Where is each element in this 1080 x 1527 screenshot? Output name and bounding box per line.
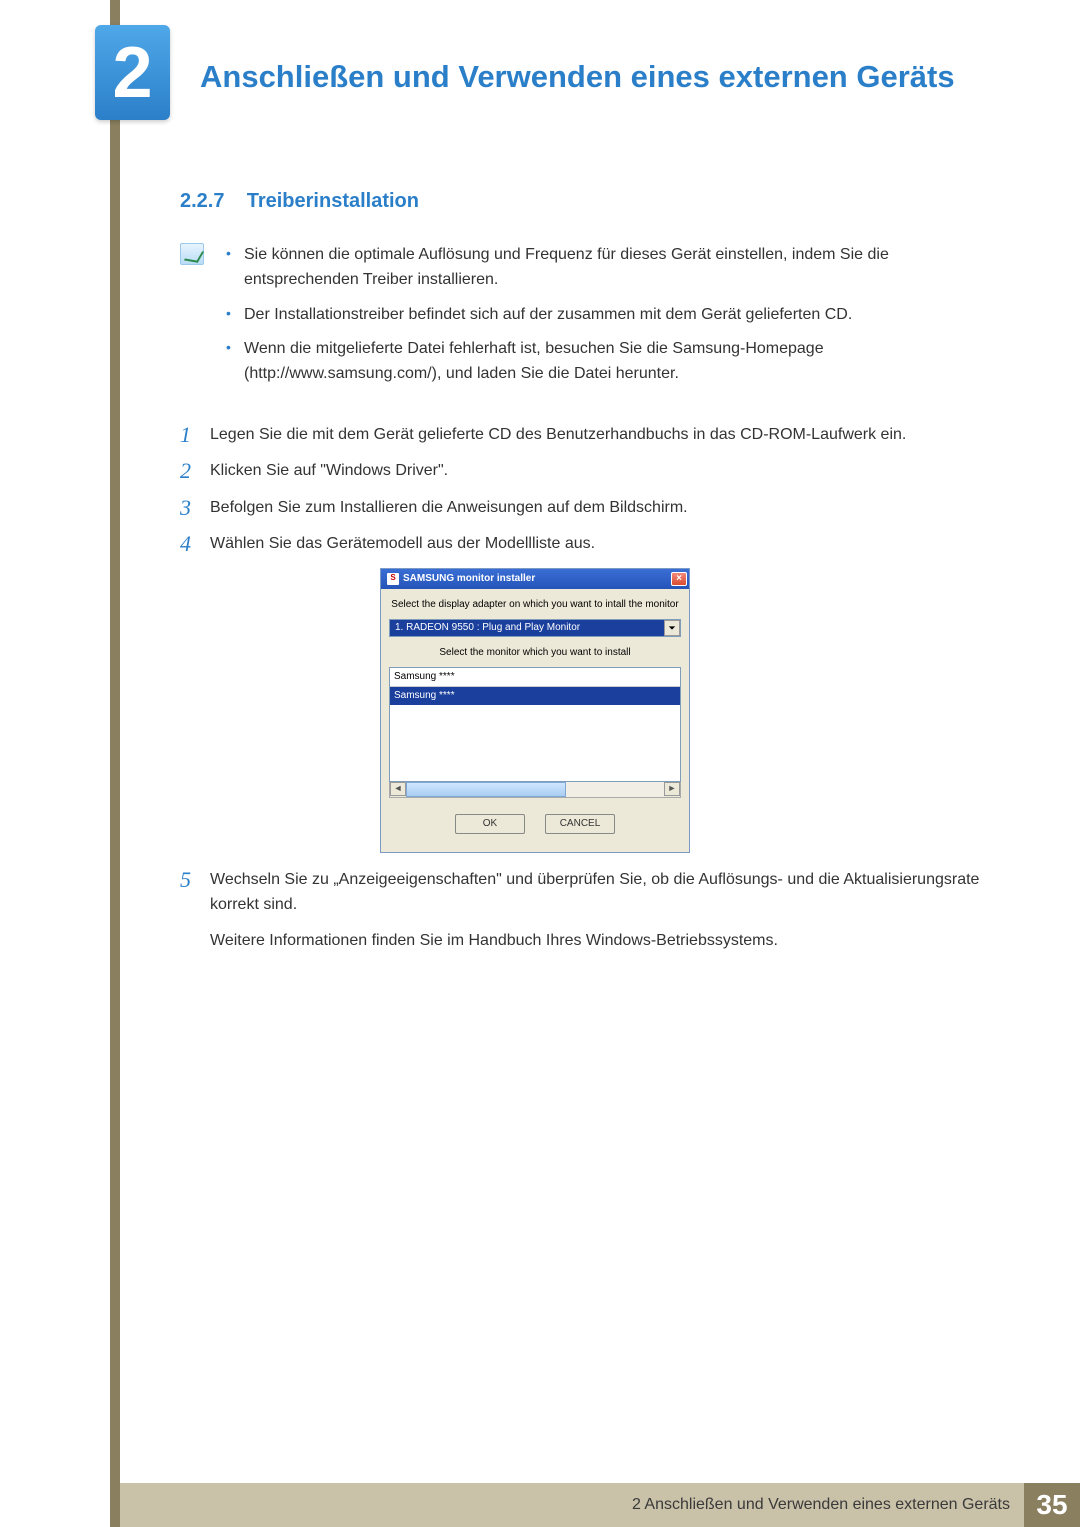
cancel-button[interactable]: CANCEL (545, 814, 615, 834)
chevron-down-icon[interactable] (664, 620, 680, 636)
note-list: Sie können die optimale Auflösung und Fr… (222, 243, 980, 397)
steps-list: 1 Legen Sie die mit dem Gerät gelieferte… (180, 422, 980, 963)
step-number: 2 (180, 458, 196, 484)
scroll-track[interactable] (406, 782, 664, 797)
close-button[interactable]: × (671, 572, 687, 586)
ok-button[interactable]: OK (455, 814, 525, 834)
scroll-right-icon[interactable]: ► (664, 782, 680, 796)
installer-dialog-screenshot: S SAMSUNG monitor installer × Select the… (380, 568, 980, 853)
page-number: 35 (1024, 1483, 1080, 1527)
footer-chapter-text: 2 Anschließen und Verwenden eines extern… (120, 1483, 1024, 1527)
footer-stripe-left (110, 1483, 120, 1527)
step-text: Befolgen Sie zum Installieren die Anweis… (210, 495, 980, 521)
dialog-titlebar: S SAMSUNG monitor installer × (381, 569, 689, 589)
section-title: Treiberinstallation (247, 190, 419, 212)
step-text: Wechseln Sie zu „Anzeigeeigenschaften" u… (210, 867, 980, 964)
monitor-label: Select the monitor which you want to ins… (389, 645, 681, 661)
step: 5 Wechseln Sie zu „Anzeigeeigenschaften"… (180, 867, 980, 964)
page-content: 2.2.7 Treiberinstallation Sie können die… (180, 190, 980, 973)
section-number: 2.2.7 (180, 190, 224, 212)
page-footer: 2 Anschließen und Verwenden eines extern… (110, 1483, 1080, 1527)
list-item[interactable]: Samsung **** (390, 668, 680, 687)
installer-dialog: S SAMSUNG monitor installer × Select the… (380, 568, 690, 853)
adapter-dropdown-value: 1. RADEON 9550 : Plug and Play Monitor (390, 620, 664, 636)
dialog-buttons: OK CANCEL (389, 808, 681, 844)
step: 4 Wählen Sie das Gerätemodell aus der Mo… (180, 531, 980, 557)
note-item: Sie können die optimale Auflösung und Fr… (222, 243, 980, 293)
step-text: Legen Sie die mit dem Gerät gelieferte C… (210, 422, 980, 448)
chapter-header: Anschließen und Verwenden eines externen… (120, 30, 1080, 125)
section-heading: 2.2.7 Treiberinstallation (180, 190, 980, 213)
adapter-dropdown[interactable]: 1. RADEON 9550 : Plug and Play Monitor (389, 619, 681, 637)
step-number: 5 (180, 867, 196, 893)
step-text-line: Wechseln Sie zu „Anzeigeeigenschaften" u… (210, 867, 980, 918)
monitor-listbox[interactable]: Samsung **** Samsung **** (389, 667, 681, 782)
step-number: 3 (180, 495, 196, 521)
note-icon (180, 243, 204, 265)
scroll-left-icon[interactable]: ◄ (390, 782, 406, 796)
step-number: 1 (180, 422, 196, 448)
step-text-line: Weitere Informationen finden Sie im Hand… (210, 928, 980, 954)
note-block: Sie können die optimale Auflösung und Fr… (180, 243, 980, 397)
step-number: 4 (180, 531, 196, 557)
note-item: Der Installationstreiber befindet sich a… (222, 303, 980, 328)
step: 1 Legen Sie die mit dem Gerät gelieferte… (180, 422, 980, 448)
list-item-selected[interactable]: Samsung **** (390, 687, 680, 705)
dialog-body: Select the display adapter on which you … (381, 589, 689, 852)
step-text: Klicken Sie auf "Windows Driver". (210, 458, 980, 484)
chapter-title: Anschließen und Verwenden eines externen… (200, 58, 955, 97)
step-text: Wählen Sie das Gerätemodell aus der Mode… (210, 531, 980, 557)
scroll-thumb[interactable] (406, 782, 566, 797)
adapter-label: Select the display adapter on which you … (389, 597, 681, 613)
app-icon: S (387, 573, 399, 585)
horizontal-scrollbar[interactable]: ◄ ► (389, 782, 681, 798)
dialog-title: SAMSUNG monitor installer (403, 571, 535, 587)
side-stripe (110, 0, 120, 1527)
step: 3 Befolgen Sie zum Installieren die Anwe… (180, 495, 980, 521)
note-item: Wenn die mitgelieferte Datei fehlerhaft … (222, 337, 980, 387)
step: 2 Klicken Sie auf "Windows Driver". (180, 458, 980, 484)
